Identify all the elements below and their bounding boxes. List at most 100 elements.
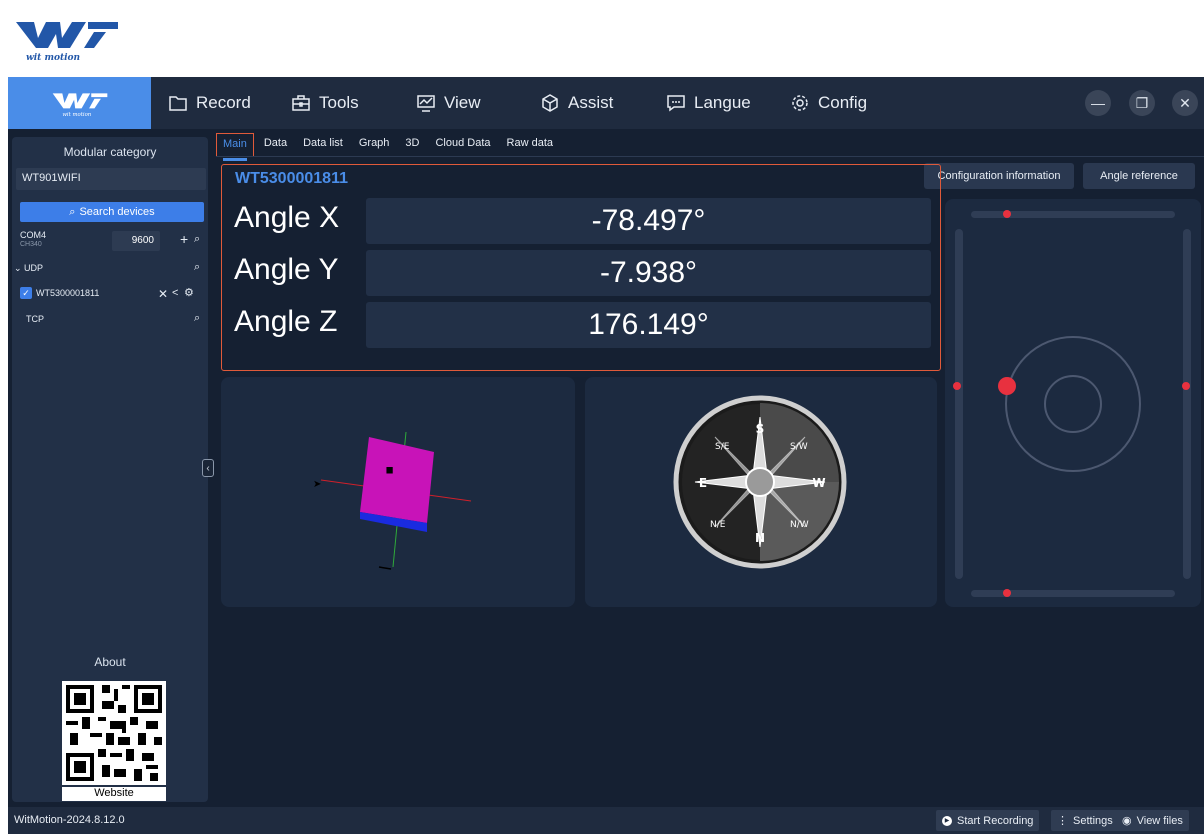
restore-icon: ❐ xyxy=(1135,94,1149,111)
module-select[interactable]: WT901WIFI xyxy=(16,168,206,190)
com-search-icon[interactable]: ⌕ xyxy=(194,233,200,246)
app-window: wit motion Record Tools View Assist Lang… xyxy=(8,77,1204,834)
minimize-icon: — xyxy=(1091,95,1105,111)
close-icon: ✕ xyxy=(1179,94,1191,111)
brand-logo: wit motion xyxy=(8,77,151,129)
cube-3d-panel: ➤ ⯀ xyxy=(221,377,575,607)
restore-button[interactable]: ❐ xyxy=(1129,90,1155,116)
menu-assist[interactable]: Assist xyxy=(540,77,613,129)
tab-raw-data[interactable]: Raw data xyxy=(507,133,559,157)
top-slider-dot xyxy=(1003,210,1011,218)
disconnect-icon[interactable]: ✕ xyxy=(158,287,168,301)
folder-icon xyxy=(169,96,187,111)
tab-data-list[interactable]: Data list xyxy=(303,133,349,157)
menu-record[interactable]: Record xyxy=(168,77,251,129)
start-recording-button[interactable]: ▶ Start Recording xyxy=(936,810,1040,831)
top-slider-track xyxy=(971,211,1175,218)
device-settings-icon[interactable]: ⚙ xyxy=(184,286,194,299)
angle-z-value: 176.149° xyxy=(366,302,931,348)
add-icon[interactable]: + xyxy=(180,231,188,247)
tcp-search-icon[interactable]: ⌕ xyxy=(194,312,200,325)
cube-face xyxy=(360,437,434,523)
menu-view[interactable]: View xyxy=(416,77,481,129)
search-icon: ⌕ xyxy=(69,205,76,218)
qr-code xyxy=(62,681,166,785)
svg-text:⯀: ⯀ xyxy=(386,467,393,477)
angle-y-value: -7.938° xyxy=(366,250,931,296)
tcp-label[interactable]: TCP xyxy=(26,314,44,324)
settings-button[interactable]: ⋮ Settings xyxy=(1051,810,1119,831)
level-inner-ring xyxy=(1044,375,1102,433)
compass-label-n: N xyxy=(755,531,765,545)
menu-tools[interactable]: Tools xyxy=(291,77,359,129)
com-port-label: COM4 xyxy=(20,230,47,240)
minimize-button[interactable]: — xyxy=(1085,90,1111,116)
svg-text:wit motion: wit motion xyxy=(26,53,80,63)
device-checkbox[interactable]: ✓ xyxy=(20,287,32,299)
more-vertical-icon: ⋮ xyxy=(1057,815,1068,827)
search-devices-button[interactable]: ⌕ Search devices xyxy=(20,202,204,222)
bottom-slider-dot xyxy=(1003,589,1011,597)
chevron-left-icon: ‹ xyxy=(206,462,210,474)
compass-view: S N E W S/E S/W N/E N/W xyxy=(673,395,847,569)
tab-graph[interactable]: Graph xyxy=(359,133,396,157)
device-row[interactable]: ✓ WT5300001811 xyxy=(20,287,99,299)
chat-icon xyxy=(667,95,685,112)
status-bar: WitMotion-2024.8.12.0 ▶ Start Recording … xyxy=(8,807,1204,834)
tab-data[interactable]: Data xyxy=(264,133,293,157)
device-name: WT5300001811 xyxy=(36,288,100,298)
udp-search-icon[interactable]: ⌕ xyxy=(194,261,200,274)
baud-input[interactable]: 9600 xyxy=(112,231,160,251)
compass-panel: S N E W S/E S/W N/E N/W xyxy=(585,377,937,607)
version-label: WitMotion-2024.8.12.0 xyxy=(14,814,125,826)
view-files-label: View files xyxy=(1136,814,1183,827)
angle-reference-button[interactable]: Angle reference xyxy=(1083,163,1195,189)
compass-label-ne: N/E xyxy=(710,520,726,530)
configuration-information-button[interactable]: Configuration information xyxy=(924,163,1074,189)
udp-label: UDP xyxy=(24,263,44,273)
witmotion-logo-icon: wit motion xyxy=(52,93,107,118)
modular-category-title: Modular category xyxy=(63,145,157,159)
website-label[interactable]: Website xyxy=(62,787,166,801)
menu-config[interactable]: Config xyxy=(790,77,867,129)
compass-label-sw: S/W xyxy=(790,442,808,452)
compass-label-w: W xyxy=(812,476,825,490)
close-button[interactable]: ✕ xyxy=(1172,90,1198,116)
device-title: WT5300001811 xyxy=(235,170,348,187)
cube-icon xyxy=(542,94,558,112)
tab-cloud-data[interactable]: Cloud Data xyxy=(435,133,496,157)
gear-icon xyxy=(792,95,808,111)
about-label: About xyxy=(94,655,126,669)
witmotion-logo: wit motion xyxy=(16,22,118,63)
angle-x-value: -78.497° xyxy=(366,198,931,244)
angle-readout-panel: WT5300001811 Angle X -78.497° Angle Y -7… xyxy=(221,164,941,371)
menu-view-label: View xyxy=(444,93,481,112)
tab-main[interactable]: Main xyxy=(216,133,254,161)
level-view xyxy=(953,210,1191,597)
monitor-chart-icon xyxy=(417,95,435,112)
angle-x-label: Angle X xyxy=(234,201,340,234)
compass-label-nw: N/W xyxy=(790,520,809,530)
left-slider-dot xyxy=(953,382,961,390)
settings-label: Settings xyxy=(1073,814,1113,827)
share-icon[interactable]: < xyxy=(172,287,178,299)
compass-label-se: S/E xyxy=(715,442,730,452)
search-devices-label: Search devices xyxy=(79,206,155,218)
toolbox-icon xyxy=(292,95,310,111)
collapse-sidebar-button[interactable]: ‹ xyxy=(202,459,214,477)
bottom-slider-track xyxy=(971,590,1175,597)
compass-label-e: E xyxy=(699,476,707,490)
start-recording-label: Start Recording xyxy=(957,814,1034,827)
left-slider-track xyxy=(955,229,963,579)
tab-3d[interactable]: 3D xyxy=(405,133,425,157)
level-bubble xyxy=(998,377,1016,395)
menu-tools-label: Tools xyxy=(319,93,359,112)
angle-z-label: Angle Z xyxy=(234,305,338,338)
udp-group[interactable]: ⌄ UDP xyxy=(14,263,43,274)
menu-langue[interactable]: Langue xyxy=(666,77,751,129)
tab-bar: Main Data Data list Graph 3D Cloud Data … xyxy=(216,133,559,161)
view-files-button[interactable]: ◉ View files xyxy=(1116,810,1189,831)
eye-icon: ◉ xyxy=(1122,815,1132,827)
menu-langue-label: Langue xyxy=(694,93,751,112)
menu-assist-label: Assist xyxy=(568,93,614,112)
